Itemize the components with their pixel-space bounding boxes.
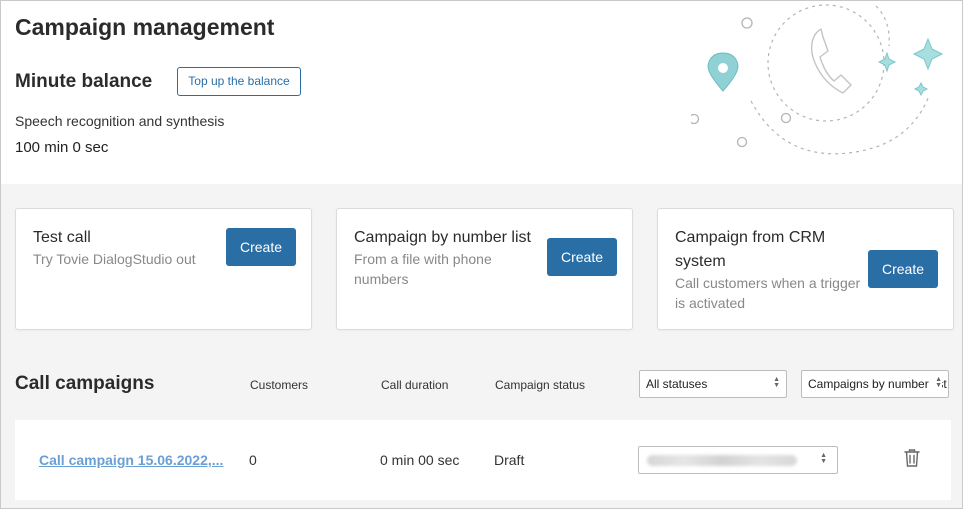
up-down-chevron-icon: ▲ ▼ — [932, 371, 942, 397]
card-subtitle: Try Tovie DialogStudio out — [33, 251, 196, 267]
speech-recognition-label: Speech recognition and synthesis — [15, 113, 225, 129]
card-title-line2: system — [675, 253, 726, 270]
call-campaigns-heading: Call campaigns — [15, 373, 155, 394]
test-call-card: Test call Try Tovie DialogStudio out Cre… — [15, 208, 312, 330]
redacted-phone-number — [647, 455, 797, 466]
campaign-status-cell: Draft — [494, 452, 525, 468]
create-crm-campaign-button[interactable]: Create — [868, 250, 938, 288]
customers-column-header: Customers — [250, 378, 309, 392]
status-filter-select[interactable]: All statuses ▲ ▼ — [639, 370, 787, 398]
top-up-balance-button[interactable]: Top up the balance — [177, 67, 301, 96]
trash-icon[interactable] — [903, 448, 921, 468]
speech-minutes-value: 100 min 0 sec — [15, 139, 109, 156]
card-subtitle-line2: numbers — [354, 271, 409, 287]
campaign-type-filter-value: Campaigns by number list — [808, 377, 947, 391]
call-duration-cell: 0 min 00 sec — [380, 452, 460, 468]
page-title: Campaign management — [15, 14, 275, 40]
card-title: Test call — [33, 229, 91, 246]
call-duration-column-header: Call duration — [381, 378, 449, 392]
app-frame: Campaign management Minute balance Top u… — [0, 0, 963, 509]
location-pin-icon — [707, 52, 739, 92]
campaign-status-column-header: Campaign status — [495, 378, 586, 392]
phone-location-illustration — [691, 4, 944, 155]
card-subtitle-line1: Call customers when a trigger — [675, 275, 861, 291]
sparkle-icon — [877, 37, 944, 97]
up-down-chevron-icon: ▲ ▼ — [820, 452, 827, 466]
card-title-line1: Campaign from CRM — [675, 229, 826, 246]
up-down-chevron-icon: ▲ ▼ — [770, 371, 780, 397]
number-list-campaign-card: Campaign by number list From a file with… — [336, 208, 633, 330]
card-subtitle-line1: From a file with phone — [354, 251, 492, 267]
minute-balance-heading: Minute balance — [15, 71, 153, 92]
create-test-call-button[interactable]: Create — [226, 228, 296, 266]
phone-number-select[interactable]: ▲ ▼ — [638, 446, 838, 474]
campaign-type-filter-select[interactable]: Campaigns by number list ▲ ▼ — [801, 370, 949, 398]
card-subtitle-line2: is activated — [675, 295, 746, 311]
card-title: Campaign by number list — [354, 229, 531, 246]
crm-campaign-card: Campaign from CRM system Call customers … — [657, 208, 954, 330]
campaign-name-link[interactable]: Call campaign 15.06.2022,... — [39, 452, 223, 468]
status-filter-value: All statuses — [646, 377, 708, 391]
create-number-list-campaign-button[interactable]: Create — [547, 238, 617, 276]
table-row: Call campaign 15.06.2022,... 0 0 min 00 … — [15, 420, 951, 500]
balance-panel: Campaign management Minute balance Top u… — [1, 1, 962, 184]
customers-cell: 0 — [249, 452, 257, 468]
